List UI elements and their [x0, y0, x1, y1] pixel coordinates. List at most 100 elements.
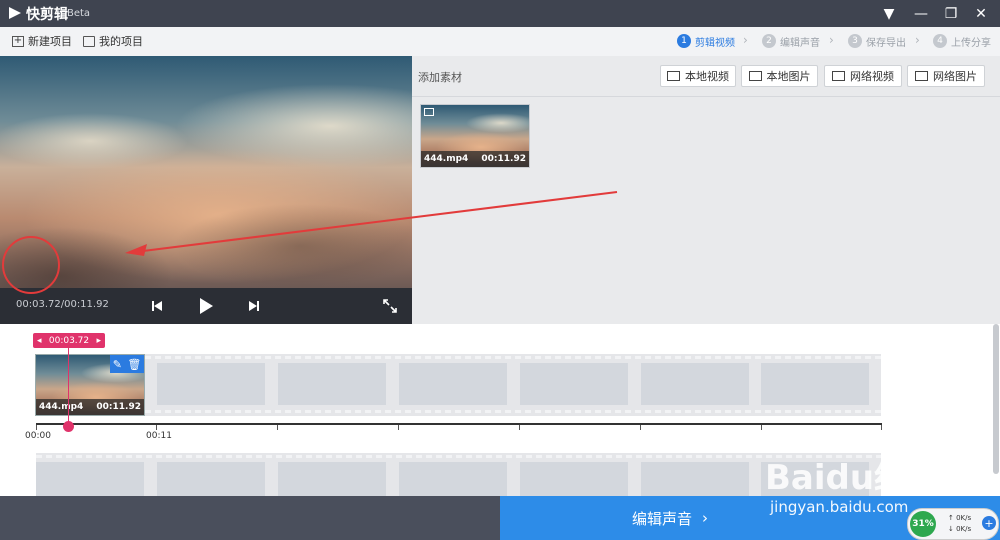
download-rate: ↓ 0K/s: [948, 525, 972, 533]
clip-info: 444.mp4 00:11.92: [36, 399, 144, 415]
close-button[interactable]: ✕: [966, 0, 996, 27]
audio-track: [36, 453, 881, 496]
skip-forward-icon: [249, 301, 259, 311]
app-logo-icon: [9, 7, 21, 19]
ruler-tick: [640, 425, 641, 430]
title-bar: 快剪辑 Beta ▼ — ❐ ✕: [0, 0, 1000, 27]
empty-frame: [520, 363, 628, 405]
playhead-left-arrow-icon[interactable]: ◂: [37, 336, 42, 346]
local-image-button[interactable]: 本地图片: [741, 65, 818, 87]
player-controls: 00:03.72/00:11.92: [0, 288, 412, 324]
next-button[interactable]: [244, 296, 264, 316]
ruler-tick: [881, 425, 882, 430]
web-image-icon: [915, 71, 928, 81]
fullscreen-icon: [383, 299, 397, 313]
plus-icon: +: [12, 35, 24, 47]
web-image-button[interactable]: 网络图片: [907, 65, 985, 87]
ruler-tick: [519, 425, 520, 430]
skip-back-icon: [152, 301, 162, 311]
step-arrow-icon: ›: [915, 33, 920, 47]
new-project-button[interactable]: + 新建项目: [12, 33, 72, 49]
clip-tools: ✎ 🗑: [110, 355, 144, 373]
empty-frame: [399, 363, 507, 405]
ruler-tick: [36, 425, 37, 430]
timeline-scrollbar[interactable]: [993, 324, 999, 474]
step-upload-share[interactable]: 4 上传分享: [933, 33, 991, 49]
my-projects-button[interactable]: 我的项目: [83, 33, 143, 49]
ruler-label: 00:00: [25, 431, 51, 441]
plus-icon[interactable]: +: [982, 516, 996, 530]
empty-frame: [278, 462, 386, 496]
empty-frame: [36, 462, 144, 496]
video-preview: 00:03.72/00:11.92: [0, 56, 412, 324]
step-arrow-icon: ›: [743, 33, 748, 47]
chevron-right-icon: ›: [702, 509, 708, 527]
empty-frame: [641, 363, 749, 405]
play-icon: [200, 298, 213, 314]
toolbar: + 新建项目 我的项目 1 剪辑视频 › 2 编辑声音 › 3 保存导出 › 4…: [0, 27, 1000, 57]
empty-frame: [520, 462, 628, 496]
timeline-ruler: [36, 423, 882, 425]
app-title: 快剪辑: [26, 7, 68, 23]
minimize-button[interactable]: —: [906, 0, 936, 27]
playhead-line: [68, 348, 69, 426]
step-edit-video[interactable]: 1 剪辑视频: [677, 33, 735, 49]
memory-percent: 31%: [910, 511, 936, 537]
close-icon: ✕: [975, 5, 987, 22]
download-arrow-icon: ↓: [948, 525, 957, 533]
playhead-right-arrow-icon[interactable]: ▸: [96, 336, 101, 346]
preview-frame: [0, 56, 412, 288]
empty-frame: [157, 363, 265, 405]
divider: [412, 96, 1000, 97]
media-item[interactable]: 444.mp4 00:11.92: [420, 104, 530, 168]
image-icon: [748, 71, 762, 81]
playback-time: 00:03.72/00:11.92: [16, 299, 109, 310]
previous-button[interactable]: [147, 296, 167, 316]
ruler-label: 00:11: [146, 431, 172, 441]
step-edit-audio[interactable]: 2 编辑声音: [762, 33, 820, 49]
bottom-bar: [0, 496, 500, 540]
media-panel: 添加素材 本地视频 本地图片 网络视频 网络图片 444.mp4 00:11.9…: [412, 56, 1000, 324]
delete-trash-icon[interactable]: 🗑: [127, 358, 141, 371]
play-button[interactable]: [196, 296, 216, 316]
media-panel-title: 添加素材: [418, 71, 462, 84]
empty-frame: [157, 462, 265, 496]
network-speed-widget[interactable]: 31% ↑ 0K/s ↓ 0K/s +: [907, 508, 999, 540]
ruler-tick: [277, 425, 278, 430]
media-item-name: 444.mp4: [424, 154, 469, 164]
next-button-label: 编辑声音: [631, 509, 692, 528]
media-item-info: 444.mp4 00:11.92: [421, 151, 529, 167]
menu-button[interactable]: ▼: [874, 0, 904, 27]
local-video-button[interactable]: 本地视频: [660, 65, 736, 87]
minimize-icon: —: [914, 5, 928, 22]
empty-frame: [399, 462, 507, 496]
step-save-export[interactable]: 3 保存导出: [848, 33, 906, 49]
edit-pencil-icon[interactable]: ✎: [113, 358, 122, 371]
beta-badge: Beta: [67, 8, 91, 19]
watermark-logo: Baidu经验: [765, 458, 943, 498]
video-track: [145, 354, 881, 416]
playhead-label[interactable]: ◂ 00:03.72 ▸: [33, 333, 105, 348]
video-icon: [667, 71, 680, 81]
restore-button[interactable]: ❐: [936, 0, 966, 27]
menu-icon: ▼: [883, 5, 895, 22]
empty-frame: [641, 462, 749, 496]
watermark-url: jingyan.baidu.com: [770, 498, 909, 516]
my-projects-label: 我的项目: [99, 35, 143, 48]
web-video-icon: [832, 71, 845, 81]
checkbox-icon[interactable]: [424, 108, 434, 116]
restore-icon: ❐: [944, 5, 958, 22]
fullscreen-button[interactable]: [380, 296, 400, 316]
upload-arrow-icon: ↑: [948, 514, 957, 522]
ruler-tick: [761, 425, 762, 430]
web-video-button[interactable]: 网络视频: [824, 65, 902, 87]
upload-rate: ↑ 0K/s: [948, 514, 972, 522]
clip-duration: 00:11.92: [96, 402, 141, 412]
new-project-label: 新建项目: [28, 35, 72, 48]
ruler-tick: [156, 425, 157, 430]
media-item-duration: 00:11.92: [481, 154, 526, 164]
playhead-handle[interactable]: [63, 421, 74, 432]
timeline-clip[interactable]: ✎ 🗑 444.mp4 00:11.92: [35, 354, 145, 416]
ruler-tick: [398, 425, 399, 430]
folder-icon: [83, 35, 95, 47]
